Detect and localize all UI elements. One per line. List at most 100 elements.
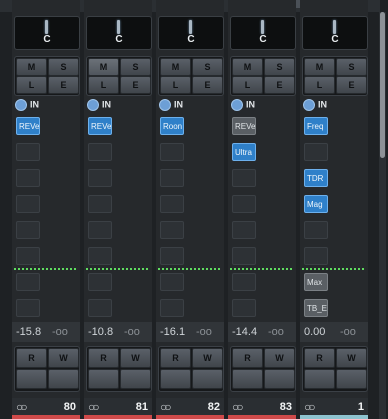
input-monitor[interactable]: IN <box>159 99 183 111</box>
insert-slot-empty[interactable] <box>160 273 184 291</box>
read-button[interactable]: R <box>232 348 263 368</box>
insert-slot-empty[interactable] <box>88 273 112 291</box>
write-button[interactable]: W <box>336 348 367 368</box>
insert-slot-empty[interactable] <box>16 143 40 161</box>
input-monitor[interactable]: IN <box>15 99 39 111</box>
input-dot-icon[interactable] <box>87 99 99 111</box>
listen-button[interactable]: L <box>16 76 47 94</box>
automation-button[interactable] <box>16 369 47 389</box>
write-button[interactable]: W <box>48 348 79 368</box>
edit-button[interactable]: E <box>192 76 223 94</box>
mute-button[interactable]: M <box>304 58 335 76</box>
automation-button[interactable] <box>336 369 367 389</box>
automation-button[interactable] <box>304 369 335 389</box>
pan-knob[interactable] <box>261 20 264 34</box>
automation-button[interactable] <box>192 369 223 389</box>
insert-slot-empty[interactable] <box>160 299 184 317</box>
insert-slot-empty[interactable] <box>160 195 184 213</box>
pan-control[interactable]: C <box>158 16 224 50</box>
insert-slot-empty[interactable] <box>160 247 184 265</box>
listen-button[interactable]: L <box>232 76 263 94</box>
insert-slot-empty[interactable] <box>304 221 328 239</box>
insert-slot-plugin[interactable]: Freq <box>304 117 328 135</box>
insert-slot-plugin[interactable]: Mag <box>304 195 328 213</box>
solo-button[interactable]: S <box>120 58 151 76</box>
pan-control[interactable]: C <box>14 16 80 50</box>
link-icon[interactable]: ○○ <box>232 400 243 414</box>
pan-knob[interactable] <box>117 20 120 34</box>
edit-button[interactable]: E <box>336 76 367 94</box>
insert-slot-empty[interactable] <box>304 143 328 161</box>
input-dot-icon[interactable] <box>159 99 171 111</box>
write-button[interactable]: W <box>192 348 223 368</box>
insert-slot-plugin[interactable]: REVe <box>88 117 112 135</box>
automation-button[interactable] <box>160 369 191 389</box>
insert-slot-empty[interactable] <box>232 273 256 291</box>
insert-slot-plugin[interactable]: REVe <box>232 117 256 135</box>
link-icon[interactable]: ○○ <box>88 400 99 414</box>
insert-slot-empty[interactable] <box>88 195 112 213</box>
input-dot-icon[interactable] <box>303 99 315 111</box>
mute-button[interactable]: M <box>160 58 191 76</box>
insert-slot-empty[interactable] <box>16 247 40 265</box>
insert-slot-plugin[interactable]: TDR <box>304 169 328 187</box>
write-button[interactable]: W <box>120 348 151 368</box>
link-icon[interactable]: ○○ <box>160 400 171 414</box>
solo-button[interactable]: S <box>48 58 79 76</box>
link-icon[interactable]: ○○ <box>16 400 27 414</box>
input-dot-icon[interactable] <box>15 99 27 111</box>
insert-slot-plugin[interactable]: Max <box>304 273 328 291</box>
mute-button[interactable]: M <box>88 58 119 76</box>
read-button[interactable]: R <box>16 348 47 368</box>
insert-slot-plugin[interactable]: REVe <box>16 117 40 135</box>
automation-button[interactable] <box>88 369 119 389</box>
input-monitor[interactable]: IN <box>87 99 111 111</box>
read-button[interactable]: R <box>160 348 191 368</box>
automation-button[interactable] <box>264 369 295 389</box>
input-dot-icon[interactable] <box>231 99 243 111</box>
input-monitor[interactable]: IN <box>231 99 255 111</box>
insert-slot-empty[interactable] <box>16 299 40 317</box>
automation-button[interactable] <box>120 369 151 389</box>
automation-button[interactable] <box>48 369 79 389</box>
insert-slot-plugin[interactable]: Ultra <box>232 143 256 161</box>
insert-slot-empty[interactable] <box>232 195 256 213</box>
insert-slot-empty[interactable] <box>88 247 112 265</box>
insert-slot-empty[interactable] <box>16 221 40 239</box>
pan-knob[interactable] <box>333 20 336 34</box>
insert-slot-empty[interactable] <box>304 247 328 265</box>
mute-button[interactable]: M <box>232 58 263 76</box>
solo-button[interactable]: S <box>192 58 223 76</box>
pan-control[interactable]: C <box>86 16 152 50</box>
listen-button[interactable]: L <box>88 76 119 94</box>
pan-control[interactable]: C <box>230 16 296 50</box>
input-monitor[interactable]: IN <box>303 99 327 111</box>
insert-slot-empty[interactable] <box>160 143 184 161</box>
insert-slot-empty[interactable] <box>16 195 40 213</box>
insert-slot-empty[interactable] <box>232 169 256 187</box>
write-button[interactable]: W <box>264 348 295 368</box>
insert-slot-empty[interactable] <box>232 247 256 265</box>
scrollbar-thumb[interactable] <box>380 12 385 158</box>
insert-slot-plugin[interactable]: TB_E <box>304 299 328 317</box>
read-button[interactable]: R <box>304 348 335 368</box>
solo-button[interactable]: S <box>264 58 295 76</box>
insert-slot-empty[interactable] <box>232 299 256 317</box>
insert-slot-plugin[interactable]: Roon <box>160 117 184 135</box>
read-button[interactable]: R <box>88 348 119 368</box>
insert-slot-empty[interactable] <box>88 299 112 317</box>
solo-button[interactable]: S <box>336 58 367 76</box>
pan-knob[interactable] <box>45 20 48 34</box>
insert-slot-empty[interactable] <box>232 221 256 239</box>
pan-knob[interactable] <box>189 20 192 34</box>
pan-control[interactable]: C <box>302 16 368 50</box>
insert-slot-empty[interactable] <box>160 221 184 239</box>
insert-slot-empty[interactable] <box>16 273 40 291</box>
insert-slot-empty[interactable] <box>16 169 40 187</box>
insert-slot-empty[interactable] <box>88 221 112 239</box>
edit-button[interactable]: E <box>264 76 295 94</box>
insert-slot-empty[interactable] <box>88 143 112 161</box>
vertical-scrollbar[interactable] <box>379 12 386 419</box>
insert-slot-empty[interactable] <box>160 169 184 187</box>
edit-button[interactable]: E <box>48 76 79 94</box>
